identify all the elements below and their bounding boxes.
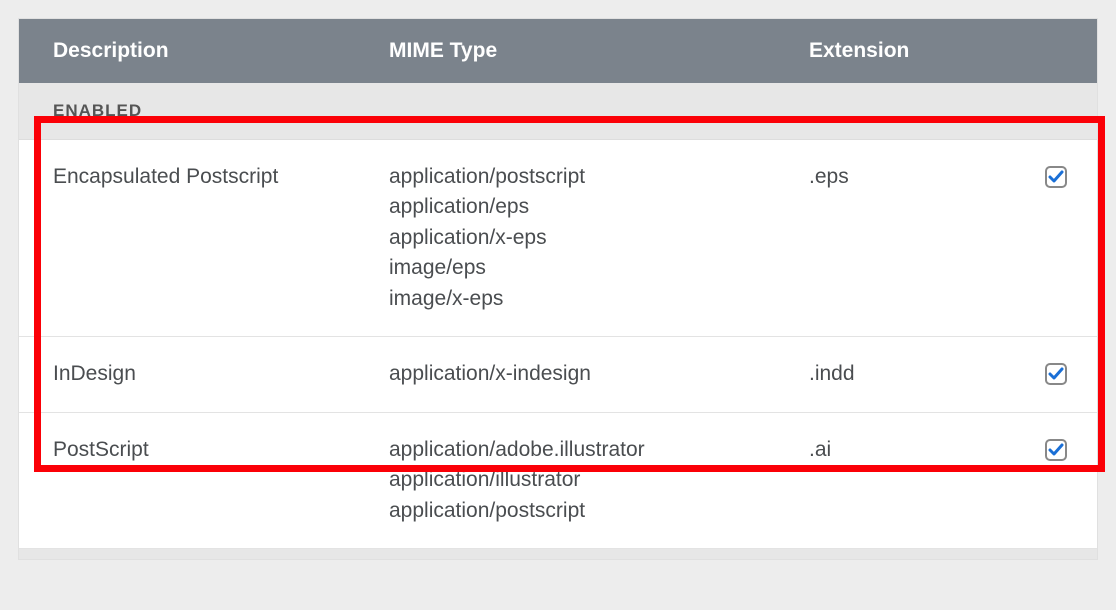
cell-mime-type: application/postscript application/eps a… <box>389 162 809 314</box>
mime-value: application/postscript <box>389 162 809 192</box>
mime-types-table: Description MIME Type Extension ENABLED … <box>18 18 1098 560</box>
cell-description: Encapsulated Postscript <box>19 162 389 314</box>
mime-value: image/eps <box>389 253 809 283</box>
header-checkbox-spacer <box>999 39 1097 63</box>
mime-value: application/x-eps <box>389 223 809 253</box>
mime-value: application/x-indesign <box>389 359 809 389</box>
cell-mime-type: application/adobe.illustrator applicatio… <box>389 435 809 526</box>
table-bottom-strip <box>19 549 1097 559</box>
cell-extension: .indd <box>809 359 999 389</box>
table-row: Encapsulated Postscript application/post… <box>19 140 1097 337</box>
mime-value: application/postscript <box>389 496 809 526</box>
enable-checkbox[interactable] <box>1045 363 1067 385</box>
cell-mime-type: application/x-indesign <box>389 359 809 389</box>
cell-extension: .ai <box>809 435 999 526</box>
cell-description: PostScript <box>19 435 389 526</box>
header-extension: Extension <box>809 39 999 63</box>
mime-value: application/eps <box>389 192 809 222</box>
header-mime-type: MIME Type <box>389 39 809 63</box>
checkmark-icon <box>1048 169 1064 185</box>
cell-checkbox <box>999 359 1097 389</box>
table-header-row: Description MIME Type Extension <box>19 19 1097 83</box>
enable-checkbox[interactable] <box>1045 439 1067 461</box>
header-description: Description <box>19 39 389 63</box>
table-row: PostScript application/adobe.illustrator… <box>19 413 1097 549</box>
cell-description: InDesign <box>19 359 389 389</box>
mime-value: application/illustrator <box>389 465 809 495</box>
mime-value: application/adobe.illustrator <box>389 435 809 465</box>
mime-value: image/x-eps <box>389 284 809 314</box>
table-row: InDesign application/x-indesign .indd <box>19 337 1097 412</box>
enable-checkbox[interactable] <box>1045 166 1067 188</box>
checkmark-icon <box>1048 366 1064 382</box>
cell-checkbox <box>999 162 1097 314</box>
section-enabled-label: ENABLED <box>19 83 1097 140</box>
checkmark-icon <box>1048 442 1064 458</box>
cell-checkbox <box>999 435 1097 526</box>
cell-extension: .eps <box>809 162 999 314</box>
